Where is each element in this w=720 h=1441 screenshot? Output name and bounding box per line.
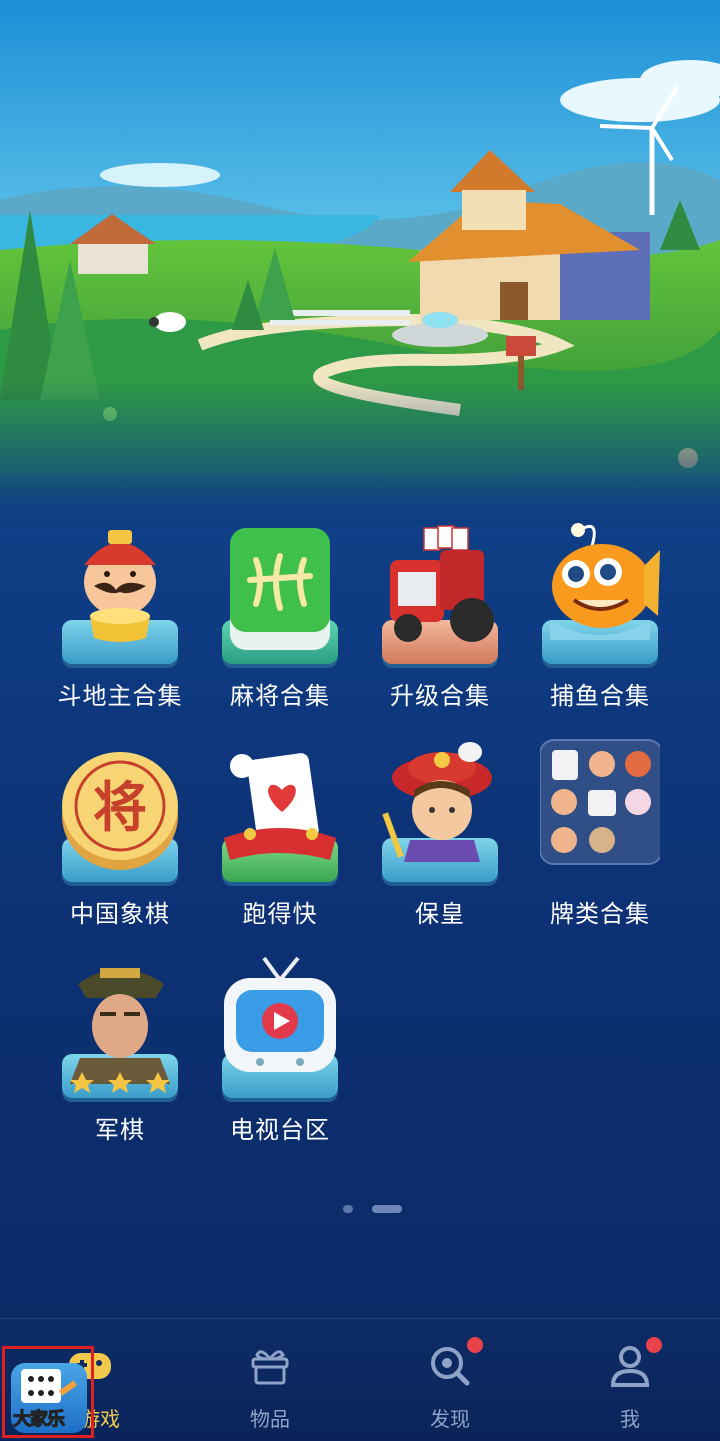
- tv-icon: [224, 956, 336, 1072]
- game-label: 斗地主合集: [57, 682, 183, 710]
- game-tile-junqi[interactable]: 军棋: [40, 954, 200, 1164]
- gift-icon: [251, 1350, 289, 1385]
- app-shortcut-icon[interactable]: 大家乐: [2, 1346, 94, 1438]
- game-tile-landlord[interactable]: 斗地主合集: [40, 520, 200, 730]
- game-label: 军棋: [95, 1116, 145, 1144]
- game-label: 电视台区: [230, 1116, 330, 1144]
- game-label: 牌类合集: [550, 900, 650, 928]
- junqi-icon: [70, 968, 170, 1093]
- card-collection-icon: [540, 739, 660, 865]
- game-label: 跑得快: [242, 900, 318, 928]
- landlord-icon: [84, 530, 156, 642]
- mahjong-icon: [230, 528, 330, 650]
- village-scenery-image: [0, 0, 720, 520]
- game-label: 麻将合集: [230, 682, 330, 710]
- dice-icon: [21, 1369, 78, 1403]
- game-label: 升级合集: [390, 682, 490, 710]
- xiangqi-char: 将: [93, 776, 147, 839]
- bottom-nav: 游戏 物品 发现 我: [0, 1318, 720, 1441]
- notification-badge: [646, 1337, 662, 1353]
- nav-label: 物品: [250, 1407, 290, 1431]
- game-tile-fishing[interactable]: 捕鱼合集: [520, 520, 680, 730]
- nav-tab-items[interactable]: 物品: [180, 1319, 360, 1441]
- baohuang-icon: [382, 742, 492, 862]
- page-dot-2-active[interactable]: [372, 1205, 402, 1213]
- game-label: 中国象棋: [70, 900, 170, 928]
- paodekuai-icon: [224, 753, 336, 860]
- game-tile-baohuang[interactable]: 保皇: [360, 738, 520, 948]
- app-brand-text: 大家乐: [13, 1409, 66, 1431]
- game-label: 捕鱼合集: [550, 682, 650, 710]
- page-dot-1[interactable]: [343, 1205, 353, 1213]
- nav-tab-discover[interactable]: 发现: [360, 1319, 540, 1441]
- game-tile-card-collection[interactable]: 牌类合集: [520, 738, 680, 948]
- hero-banner: [0, 0, 720, 520]
- game-tile-tv[interactable]: 电视台区: [200, 954, 360, 1164]
- notification-badge: [467, 1337, 483, 1353]
- game-tile-tractor[interactable]: 升级合集: [360, 520, 520, 730]
- game-label: 保皇: [415, 900, 465, 928]
- game-tile-mahjong[interactable]: 麻将合集: [200, 520, 360, 730]
- xiangqi-icon: 将: [62, 752, 178, 870]
- nav-label: 我: [620, 1407, 640, 1431]
- game-tile-xiangqi[interactable]: 将 中国象棋: [40, 738, 200, 948]
- game-tile-paodekuai[interactable]: 跑得快: [200, 738, 360, 948]
- nav-label: 发现: [430, 1407, 470, 1431]
- tractor-icon: [390, 525, 494, 642]
- fish-icon: [550, 523, 660, 640]
- nav-tab-me[interactable]: 我: [540, 1319, 720, 1441]
- game-list-area: 斗地主合集 麻将合集 升级合集 捕鱼合集 将 中国象棋 跑得快 保皇 牌类合集 …: [0, 470, 720, 1320]
